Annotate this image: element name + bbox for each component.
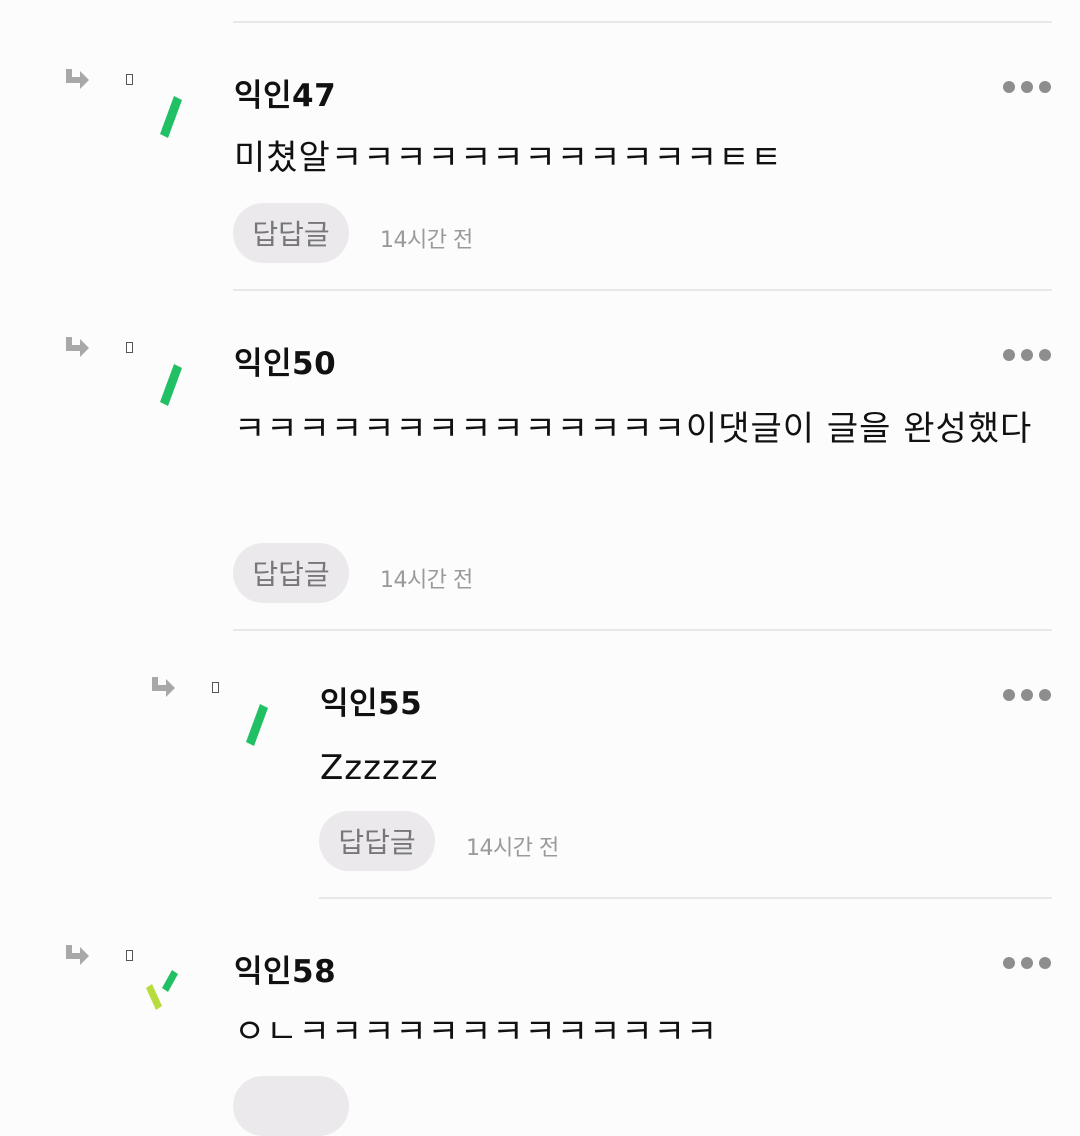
comment-text: ㅋㅋㅋㅋㅋㅋㅋㅋㅋㅋㅋㅋㅋㅋ이댓글이 글을 완성했다 [234, 409, 1033, 449]
more-dots-icon [1003, 957, 1015, 969]
profile-mark-icon [126, 74, 133, 85]
comment-text: Zzzzzz [320, 748, 439, 788]
green-leaf-avatar-icon [152, 92, 192, 142]
more-options-button[interactable] [1003, 689, 1051, 703]
reply-arrow-icon [62, 335, 92, 361]
comment-text: ㅇㄴㅋㅋㅋㅋㅋㅋㅋㅋㅋㅋㅋㅋㅋ [234, 1012, 719, 1052]
timestamp: 14시간 전 [380, 228, 473, 253]
profile-mark-icon [212, 682, 219, 693]
profile-mark-icon [126, 342, 133, 353]
divider [319, 897, 1052, 899]
more-dots-icon [1003, 349, 1015, 361]
more-dots-icon [1003, 81, 1015, 93]
green-leaf-avatar-icon [152, 360, 192, 410]
more-options-button[interactable] [1003, 957, 1051, 971]
timestamp: 14시간 전 [466, 836, 559, 861]
reply-arrow-icon [148, 675, 178, 701]
comment-author[interactable]: 익인58 [234, 946, 336, 991]
comment-author[interactable]: 익인47 [234, 70, 336, 115]
comment-author[interactable]: 익인55 [320, 678, 422, 723]
divider [233, 289, 1052, 291]
divider [233, 21, 1052, 23]
divider [233, 629, 1052, 631]
reply-arrow-icon [62, 67, 92, 93]
more-dots-icon [1003, 689, 1015, 701]
comment-text: 미쳤알ㅋㅋㅋㅋㅋㅋㅋㅋㅋㅋㅋㅋㅌㅌ [234, 138, 783, 178]
reply-arrow-icon [62, 943, 92, 969]
reply-button[interactable]: 답답글 [233, 203, 349, 263]
green-leaf-avatar-icon [138, 964, 194, 1014]
reply-button[interactable]: 답답글 [233, 543, 349, 603]
more-options-button[interactable] [1003, 349, 1051, 363]
profile-mark-icon [126, 950, 133, 961]
reply-button[interactable]: 답답글 [319, 811, 435, 871]
timestamp: 14시간 전 [380, 568, 473, 593]
comment-author[interactable]: 익인50 [234, 338, 336, 383]
more-options-button[interactable] [1003, 81, 1051, 95]
reply-button-partial[interactable] [233, 1076, 349, 1136]
green-leaf-avatar-icon [238, 700, 278, 750]
